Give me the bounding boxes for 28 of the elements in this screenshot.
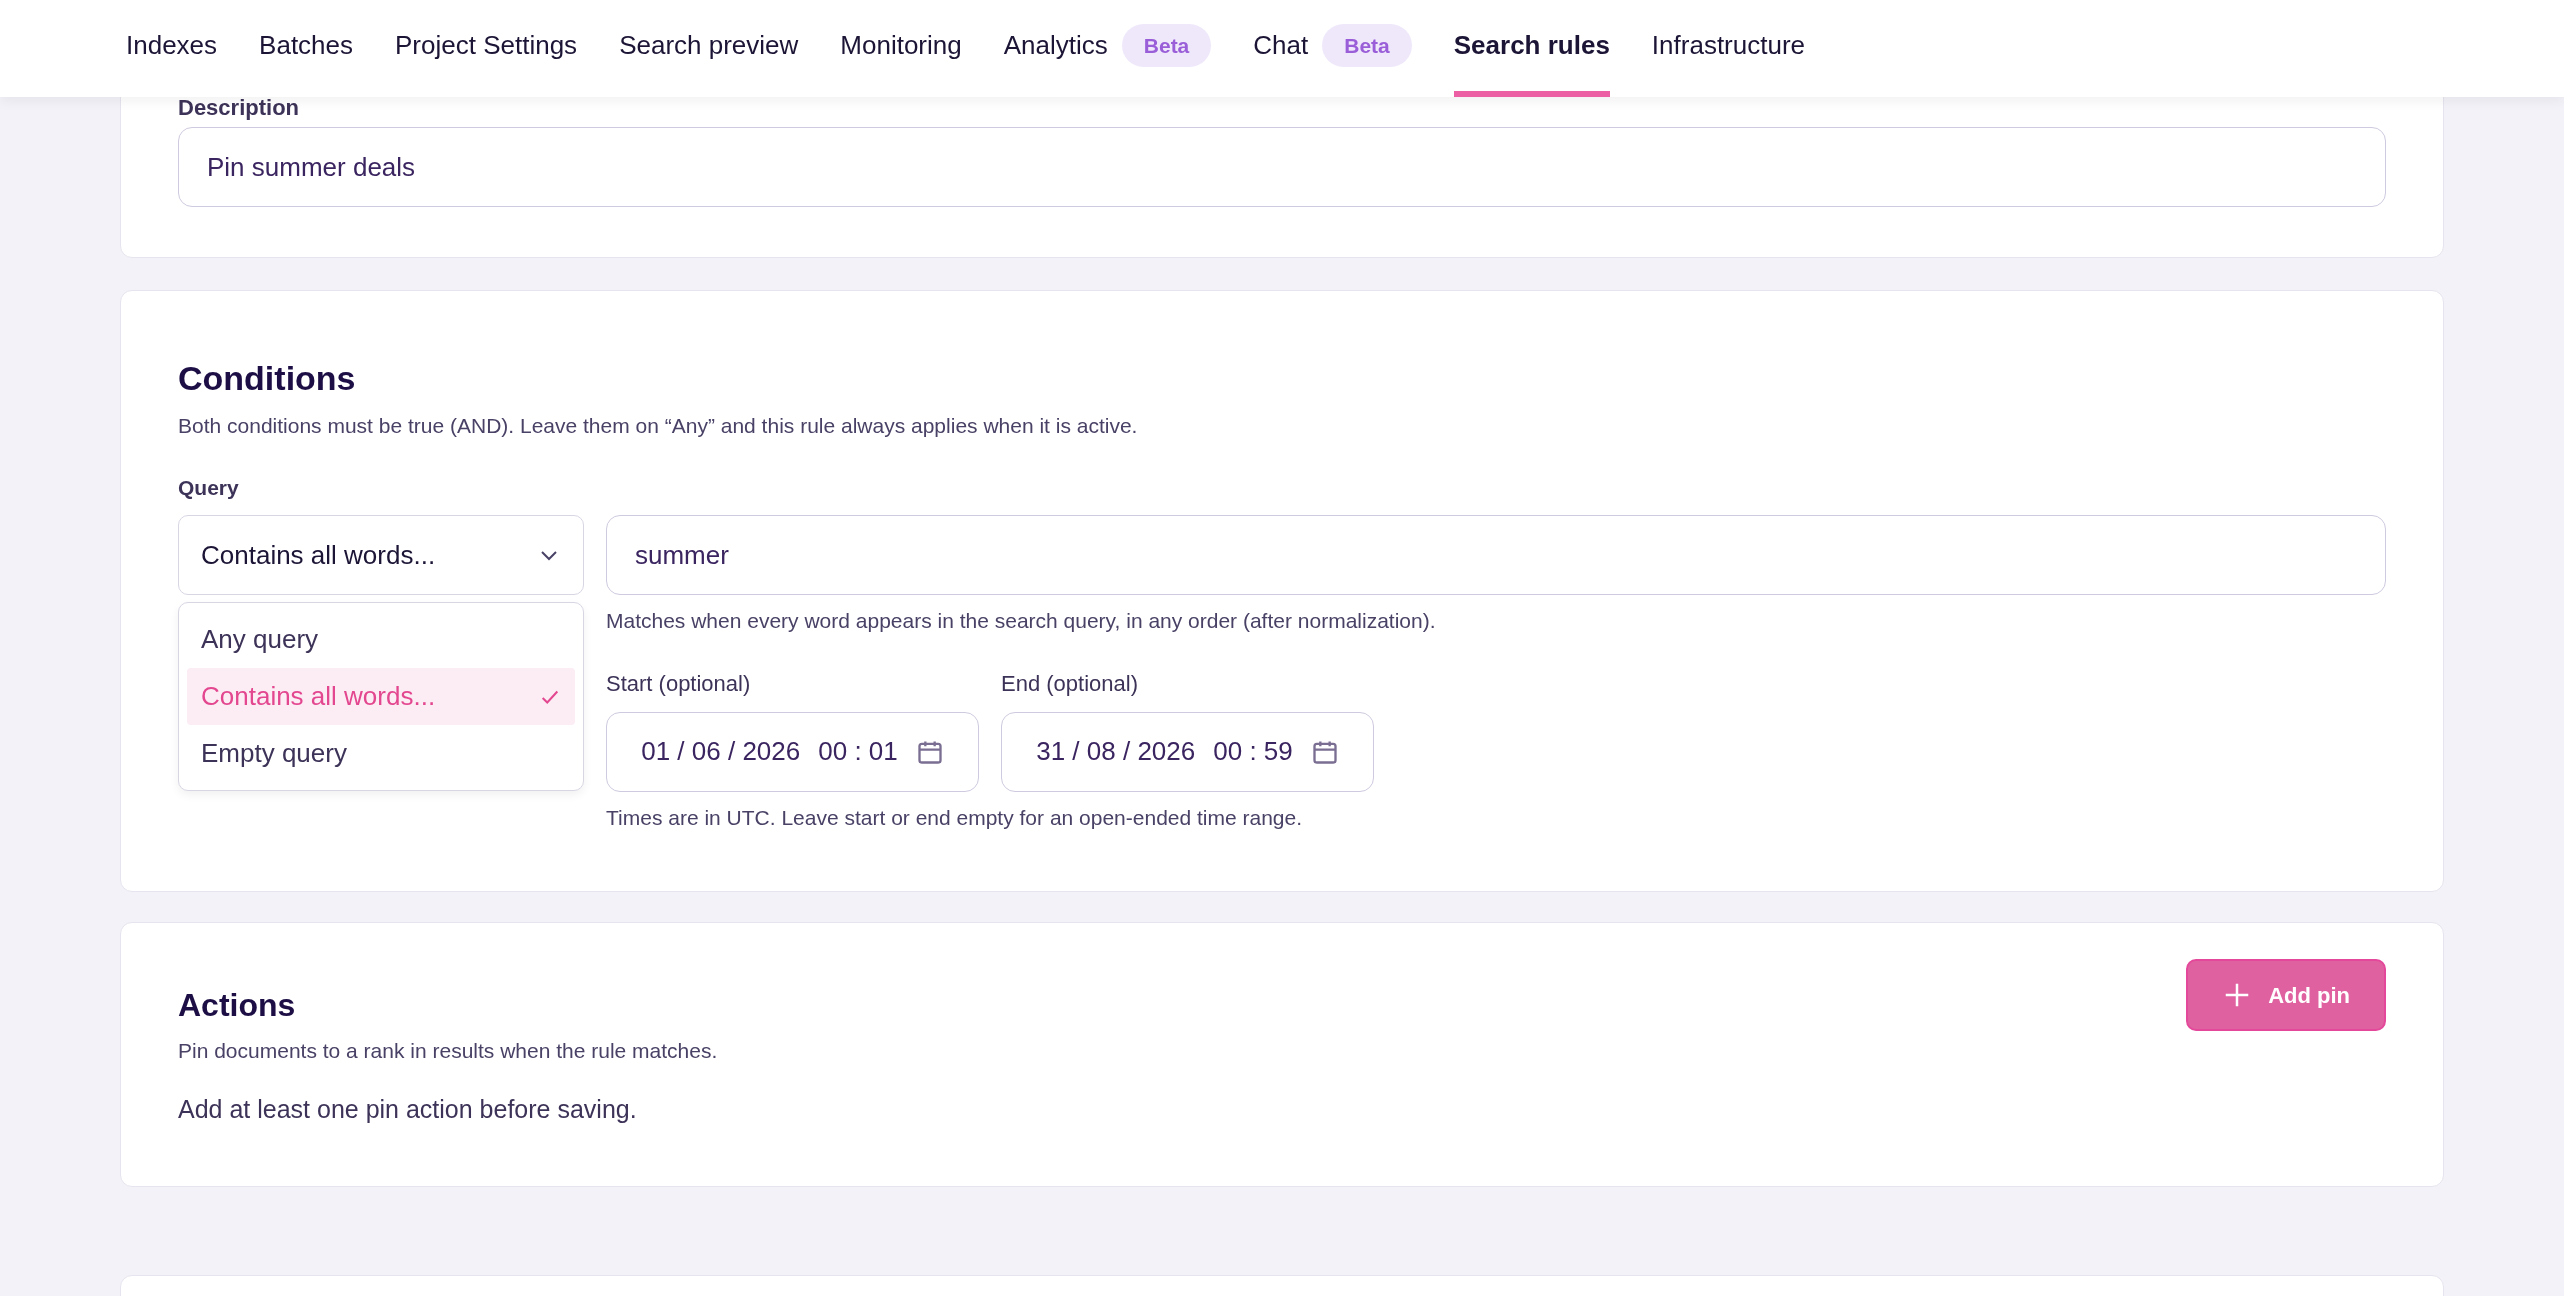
section-title: Actions [178,986,297,1025]
beta-badge: Beta [1121,23,1212,68]
nav-tab[interactable]: Monitoring [840,0,962,97]
nav-tab[interactable]: Batches [259,0,354,97]
section-subtitle: Pin documents to a rank in results when the rule matches. [178,1038,718,1064]
dropdown-option[interactable]: Any query [187,611,575,668]
nav-tab[interactable]: Indexes [126,0,218,97]
field-hint: Matches when every word appears in the search query, in any order (after normalization). [606,608,1437,634]
beta-badge: Beta [1322,23,1412,68]
field-label: End (optional) [1001,669,1139,698]
section-subtitle: Both conditions must be true (AND). Leave them on “Any” and this rule always applies when it is active. [178,413,1139,439]
section-title: Conditions [178,358,357,399]
field-label: Start (optional) [606,669,752,698]
nav-tab[interactable]: Chat Beta [1253,0,1412,97]
nav-tab[interactable]: Project Settings [395,0,578,97]
empty-note: Add at least one pin action before saving. [178,1093,638,1125]
dropdown-option[interactable]: Empty query [187,725,575,782]
nav-tab[interactable]: Analytics Beta [1003,0,1212,97]
field-label: Query [178,474,240,501]
query-field[interactable]: summer [606,515,2386,595]
datetime-field[interactable]: 31 / 08 / 2026 00 : 59 [1001,711,1374,792]
field-label: Description [178,95,300,121]
datetime-field[interactable]: 01 / 06 / 2026 00 : 01 [606,711,979,792]
nav-tab[interactable]: Infrastructure [1651,0,1806,97]
query-type-select[interactable]: Contains all words... [178,515,584,595]
nav-tab[interactable]: Search preview [619,0,799,97]
field-hint: Times are in UTC. Leave start or end empty for an open-ended time range. [606,804,1304,831]
description-field[interactable]: Pin summer deals [178,127,2386,207]
